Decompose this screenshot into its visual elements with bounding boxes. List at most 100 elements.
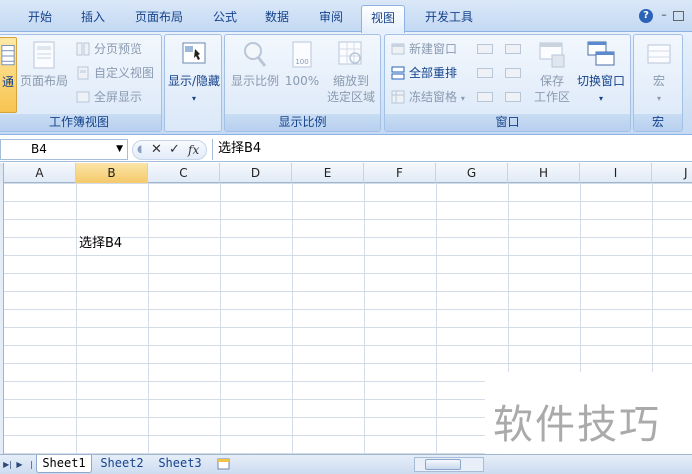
name-box[interactable]: B4 ▼ <box>0 139 128 160</box>
tab-data[interactable]: 数据 <box>254 7 300 29</box>
column-header-e[interactable]: E <box>292 163 364 183</box>
tab-developer[interactable]: 开发工具 <box>414 7 484 29</box>
scrollbar-thumb[interactable] <box>425 459 461 470</box>
page-break-icon <box>76 42 90 56</box>
full-screen-button[interactable]: 全屏显示 <box>76 87 142 107</box>
cancel-entry-icon[interactable]: ✕ <box>151 142 162 158</box>
save-workspace-label-2: 工作区 <box>533 90 570 104</box>
watermark-text: 软件技巧 <box>493 402 661 448</box>
group-zoom: 显示比例 100 100% 缩放到 选定区域 显示比例 <box>224 34 381 132</box>
switch-windows-dropdown-icon: ▾ <box>598 94 603 103</box>
zoom-to-selection-button[interactable]: 缩放到 选定区域 <box>323 37 379 113</box>
full-screen-icon <box>76 91 90 103</box>
column-header-c[interactable]: C <box>148 163 220 183</box>
page-break-label: 分页预览 <box>94 42 143 56</box>
column-header-h[interactable]: H <box>508 163 580 183</box>
zoom-100-button[interactable]: 100 100% <box>281 37 323 113</box>
freeze-dropdown-icon: ▾ <box>460 94 465 103</box>
macros-button[interactable]: 宏 ▾ <box>636 37 682 113</box>
ribbon: 通 页面布局 分页预览 自定义视图 全屏显示 工作簿视图 显示/隐藏 ▾ 显示比… <box>0 32 692 135</box>
new-window-label: 新建窗口 <box>409 42 458 56</box>
sheet-tab-sheet2[interactable]: Sheet2 <box>94 455 150 473</box>
column-header-b[interactable]: B <box>76 163 148 183</box>
tab-formulas[interactable]: 公式 <box>202 7 248 29</box>
first-sheet-icon[interactable]: ▶| <box>2 458 13 471</box>
show-hide-button[interactable]: 显示/隐藏 ▾ <box>165 37 223 113</box>
insert-function-icon[interactable]: fx <box>188 142 199 158</box>
zoom-100-label: 100% <box>284 74 320 88</box>
arrange-all-icon <box>391 66 405 80</box>
arrange-all-button[interactable]: 全部重排 <box>391 63 457 83</box>
split-icon[interactable] <box>477 44 493 54</box>
column-header-d[interactable]: D <box>220 163 292 183</box>
expand-handle-icon[interactable]: ◖ <box>137 142 142 158</box>
svg-text:100: 100 <box>295 58 308 66</box>
custom-views-button[interactable]: 自定义视图 <box>76 63 154 83</box>
custom-views-icon <box>77 66 89 80</box>
ribbon-tab-bar: 开始 插入 页面布局 公式 数据 审阅 视图 开发工具 ? – <box>0 0 692 33</box>
group-label-window: 窗口 <box>385 114 630 131</box>
column-header-j[interactable]: J <box>652 163 692 183</box>
formula-bar: B4 ▼ ◖ ✕ ✓ fx 选择B4 <box>0 138 692 162</box>
group-show-hide: 显示/隐藏 ▾ <box>164 34 222 132</box>
column-header-f[interactable]: F <box>364 163 436 183</box>
normal-view-button[interactable]: 通 <box>0 37 17 113</box>
gridline <box>436 183 437 454</box>
gridline <box>292 183 293 454</box>
zoom-label: 显示比例 <box>230 74 279 88</box>
custom-views-label: 自定义视图 <box>94 66 155 80</box>
confirm-entry-icon[interactable]: ✓ <box>169 142 180 158</box>
normal-view-label: 通 <box>1 75 14 89</box>
new-window-button[interactable]: 新建窗口 <box>391 39 457 59</box>
freeze-panes-button[interactable]: 冻结窗格 ▾ <box>391 87 465 107</box>
prev-sheet-icon[interactable]: ▶ <box>14 458 25 471</box>
formula-input[interactable]: 选择B4 <box>212 139 692 160</box>
switch-windows-button[interactable]: 切换窗口 ▾ <box>573 37 629 113</box>
view-side-by-side-icon[interactable] <box>505 44 521 54</box>
column-header-g[interactable]: G <box>436 163 508 183</box>
full-screen-label: 全屏显示 <box>94 90 143 104</box>
group-label-workbook-views: 工作簿视图 <box>0 114 161 131</box>
freeze-panes-label: 冻结窗格 <box>409 90 458 104</box>
restore-icon[interactable] <box>673 11 684 21</box>
arrange-all-label: 全部重排 <box>409 66 458 80</box>
column-header-a[interactable]: A <box>4 163 76 183</box>
zoom-button[interactable]: 显示比例 <box>229 37 281 113</box>
minimize-icon[interactable]: – <box>657 9 671 23</box>
column-headers: A B C D E F G H I J <box>0 163 692 183</box>
tab-view[interactable]: 视图 <box>361 5 405 33</box>
group-window: 新建窗口 全部重排 冻结窗格 ▾ 保存 工作区 切换窗口 ▾ 窗口 <box>384 34 631 132</box>
gridline <box>220 183 221 454</box>
unhide-window-icon[interactable] <box>477 92 493 102</box>
page-break-preview-button[interactable]: 分页预览 <box>76 39 142 59</box>
formula-controls: ◖ ✕ ✓ fx <box>132 140 207 160</box>
group-label-macros: 宏 <box>634 114 682 131</box>
row-headers <box>0 183 4 454</box>
hide-window-icon[interactable] <box>477 68 493 78</box>
sheet-tab-sheet3[interactable]: Sheet3 <box>152 455 208 473</box>
zoom-selection-icon <box>338 41 362 65</box>
name-box-value: B4 <box>31 142 47 156</box>
synchronous-scrolling-icon[interactable] <box>505 68 521 78</box>
horizontal-scrollbar[interactable] <box>414 457 484 472</box>
tab-insert[interactable]: 插入 <box>70 7 116 29</box>
save-workspace-button[interactable]: 保存 工作区 <box>531 37 573 113</box>
insert-sheet-icon[interactable] <box>212 455 236 473</box>
tab-review[interactable]: 审阅 <box>308 7 354 29</box>
gridline <box>148 183 149 454</box>
reset-window-position-icon[interactable] <box>505 92 521 102</box>
normal-view-icon <box>1 45 15 66</box>
sheet-tab-sheet1[interactable]: Sheet1 <box>36 455 92 473</box>
name-box-dropdown-icon[interactable]: ▼ <box>116 140 123 159</box>
page-layout-view-button[interactable]: 页面布局 <box>19 37 69 113</box>
macros-label: 宏 <box>652 74 665 88</box>
gridline <box>76 183 77 454</box>
freeze-panes-icon <box>391 90 405 104</box>
tab-home[interactable]: 开始 <box>18 7 62 29</box>
tab-page-layout[interactable]: 页面布局 <box>124 7 194 29</box>
column-header-i[interactable]: I <box>580 163 652 183</box>
cell-b4[interactable]: 选择B4 <box>79 235 122 252</box>
group-macros: 宏 ▾ 宏 <box>633 34 683 132</box>
help-icon[interactable]: ? <box>639 9 653 23</box>
zoom-100-icon: 100 <box>292 41 312 68</box>
